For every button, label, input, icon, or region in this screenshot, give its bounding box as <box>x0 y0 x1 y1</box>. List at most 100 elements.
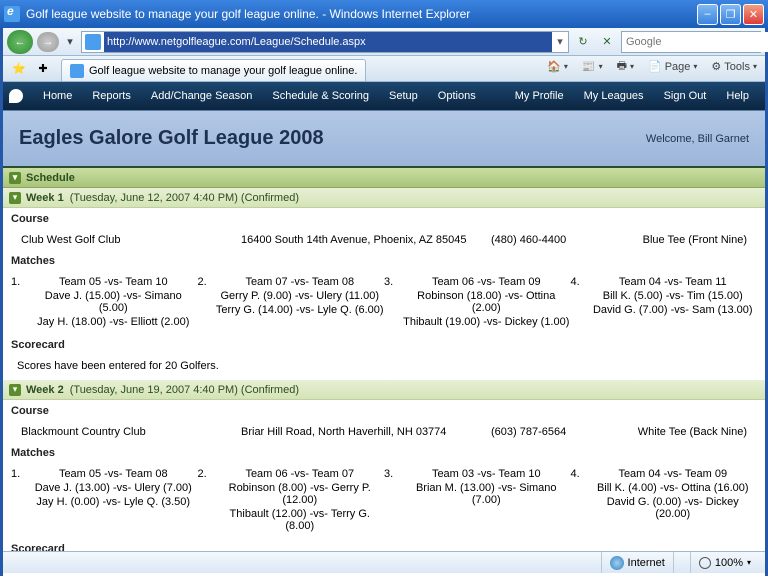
course-row: Club West Golf Club16400 South 14th Aven… <box>3 230 765 250</box>
match-number: 4. <box>571 276 589 288</box>
match-number <box>198 482 216 506</box>
welcome-text: Welcome, Bill Garnet <box>646 133 749 145</box>
matches-heading: Matches <box>3 250 765 272</box>
home-button[interactable]: 🏠▾ <box>543 58 572 75</box>
match-number: 3. <box>384 276 402 288</box>
course-phone: (603) 787-6564 <box>491 426 611 438</box>
section-title: Schedule <box>26 172 75 184</box>
match-number: 2. <box>198 468 216 480</box>
collapse-icon[interactable]: ▾ <box>9 384 21 396</box>
nav-history-dropdown[interactable]: ▾ <box>63 30 77 54</box>
collapse-icon[interactable]: ▾ <box>9 192 21 204</box>
match-number: 4. <box>571 468 589 480</box>
nav-item-my-profile[interactable]: My Profile <box>505 90 574 102</box>
match-number <box>11 482 29 494</box>
app-logo-icon[interactable] <box>9 89 23 103</box>
content-area: ▾ Schedule ▾Week 1(Tuesday, June 12, 200… <box>3 168 765 583</box>
globe-icon <box>610 556 624 570</box>
tools-menu[interactable]: ⚙Tools▾ <box>707 58 761 75</box>
match-number <box>384 290 402 314</box>
page-menu[interactable]: 📄Page▾ <box>644 58 701 75</box>
nav-item-reports[interactable]: Reports <box>82 90 141 102</box>
match-number <box>198 508 216 532</box>
nav-item-sign-out[interactable]: Sign Out <box>654 90 717 102</box>
match-column: 1.Team 05 -vs- Team 10Dave J. (15.00) -v… <box>11 276 198 330</box>
page-banner: Eagles Galore Golf League 2008 Welcome, … <box>3 110 765 168</box>
stop-button[interactable]: ✕ <box>597 32 617 52</box>
course-heading: Course <box>3 208 765 230</box>
match-line: Robinson (18.00) -vs- Ottina (2.00) <box>402 290 571 314</box>
match-number <box>11 316 29 328</box>
match-line: Terry G. (14.00) -vs- Lyle Q. (6.00) <box>216 304 385 316</box>
search-box-wrap: 🔍 <box>621 31 761 53</box>
match-number <box>11 496 29 508</box>
matches-grid: 1.Team 05 -vs- Team 08Dave J. (13.00) -v… <box>3 464 765 538</box>
course-address: 16400 South 14th Avenue, Phoenix, AZ 850… <box>241 234 491 246</box>
search-box[interactable] <box>622 32 768 52</box>
week-meta: (Tuesday, June 12, 2007 4:40 PM) (Confir… <box>70 192 299 204</box>
collapse-icon[interactable]: ▾ <box>9 172 21 184</box>
week-meta: (Tuesday, June 19, 2007 4:40 PM) (Confir… <box>70 384 299 396</box>
match-line: Robinson (8.00) -vs- Gerry P. (12.00) <box>216 482 385 506</box>
address-bar[interactable] <box>104 32 552 52</box>
nav-item-help[interactable]: Help <box>716 90 759 102</box>
security-zone: Internet <box>601 552 673 573</box>
nav-item-my-leagues[interactable]: My Leagues <box>574 90 654 102</box>
week-header[interactable]: ▾Week 1(Tuesday, June 12, 2007 4:40 PM) … <box>3 188 765 208</box>
forward-button[interactable]: → <box>37 32 59 52</box>
refresh-button[interactable]: ↻ <box>573 32 593 52</box>
match-line: Dave J. (15.00) -vs- Simano (5.00) <box>29 290 198 314</box>
match-line: Brian M. (13.00) -vs- Simano (7.00) <box>402 482 571 506</box>
add-favorites-icon[interactable]: ✚ <box>34 59 52 77</box>
schedule-section-header[interactable]: ▾ Schedule <box>3 168 765 188</box>
print-button[interactable]: 🖶▾ <box>613 55 638 78</box>
status-bar: Internet 100% ▾ <box>3 551 765 573</box>
browser-tab[interactable]: Golf league website to manage your golf … <box>61 59 366 81</box>
back-button[interactable]: ← <box>7 30 33 54</box>
maximize-button[interactable]: ❐ <box>720 4 741 25</box>
match-line: Dave J. (13.00) -vs- Ulery (7.00) <box>29 482 198 494</box>
match-line: Gerry P. (9.00) -vs- Ulery (11.00) <box>216 290 385 302</box>
course-heading: Course <box>3 400 765 422</box>
match-line: Team 06 -vs- Team 09 <box>402 276 571 288</box>
nav-item-add-change-season[interactable]: Add/Change Season <box>141 90 263 102</box>
nav-item-options[interactable]: Options <box>428 90 486 102</box>
match-line: Jay H. (0.00) -vs- Lyle Q. (3.50) <box>29 496 198 508</box>
match-line: Team 04 -vs- Team 09 <box>589 468 758 480</box>
match-column: 4.Team 04 -vs- Team 09 Bill K. (4.00) -vs… <box>571 468 758 534</box>
match-number <box>571 496 589 520</box>
site-icon <box>85 34 101 50</box>
match-number: 3. <box>384 468 402 480</box>
address-bar-wrap: ▾ <box>81 31 569 53</box>
match-column: 3.Team 03 -vs- Team 10 Brian M. (13.00) -… <box>384 468 571 534</box>
nav-item-home[interactable]: Home <box>33 90 82 102</box>
feeds-button[interactable]: 📰▾ <box>578 58 607 75</box>
close-button[interactable]: ✕ <box>743 4 764 25</box>
week-header[interactable]: ▾Week 2(Tuesday, June 19, 2007 4:40 PM) … <box>3 380 765 400</box>
match-line: Team 05 -vs- Team 08 <box>29 468 198 480</box>
scorecard-text: Scores have been entered for 20 Golfers. <box>3 356 765 380</box>
match-line: Bill K. (4.00) -vs- Ottina (16.00) <box>589 482 758 494</box>
favorites-star-icon[interactable]: ⭐ <box>10 59 28 77</box>
tab-title: Golf league website to manage your golf … <box>89 65 357 77</box>
match-line: Thibault (19.00) -vs- Dickey (1.00) <box>402 316 571 328</box>
address-dropdown[interactable]: ▾ <box>552 35 568 48</box>
match-line: Thibault (12.00) -vs- Terry G. (8.00) <box>216 508 385 532</box>
match-number <box>11 290 29 314</box>
window-titlebar: Golf league website to manage your golf … <box>0 0 768 28</box>
nav-item-schedule-scoring[interactable]: Schedule & Scoring <box>262 90 379 102</box>
match-column: 3.Team 06 -vs- Team 09 Robinson (18.00) -… <box>384 276 571 330</box>
zoom-control[interactable]: 100% ▾ <box>690 552 759 573</box>
match-column: 1.Team 05 -vs- Team 08Dave J. (13.00) -v… <box>11 468 198 534</box>
minimize-button[interactable]: – <box>697 4 718 25</box>
app-nav: HomeReportsAdd/Change SeasonSchedule & S… <box>3 82 765 110</box>
match-column: 4.Team 04 -vs- Team 11Bill K. (5.00) -vs… <box>571 276 758 330</box>
match-column: 2.Team 06 -vs- Team 07Robinson (8.00) -v… <box>198 468 385 534</box>
match-line: Team 03 -vs- Team 10 <box>402 468 571 480</box>
browser-tab-row: ⭐ ✚ Golf league website to manage your g… <box>3 56 765 82</box>
match-line: Team 05 -vs- Team 10 <box>29 276 198 288</box>
match-line: David G. (0.00) -vs- Dickey (20.00) <box>589 496 758 520</box>
match-number <box>198 290 216 302</box>
course-row: Blackmount Country ClubBriar Hill Road, … <box>3 422 765 442</box>
nav-item-setup[interactable]: Setup <box>379 90 428 102</box>
